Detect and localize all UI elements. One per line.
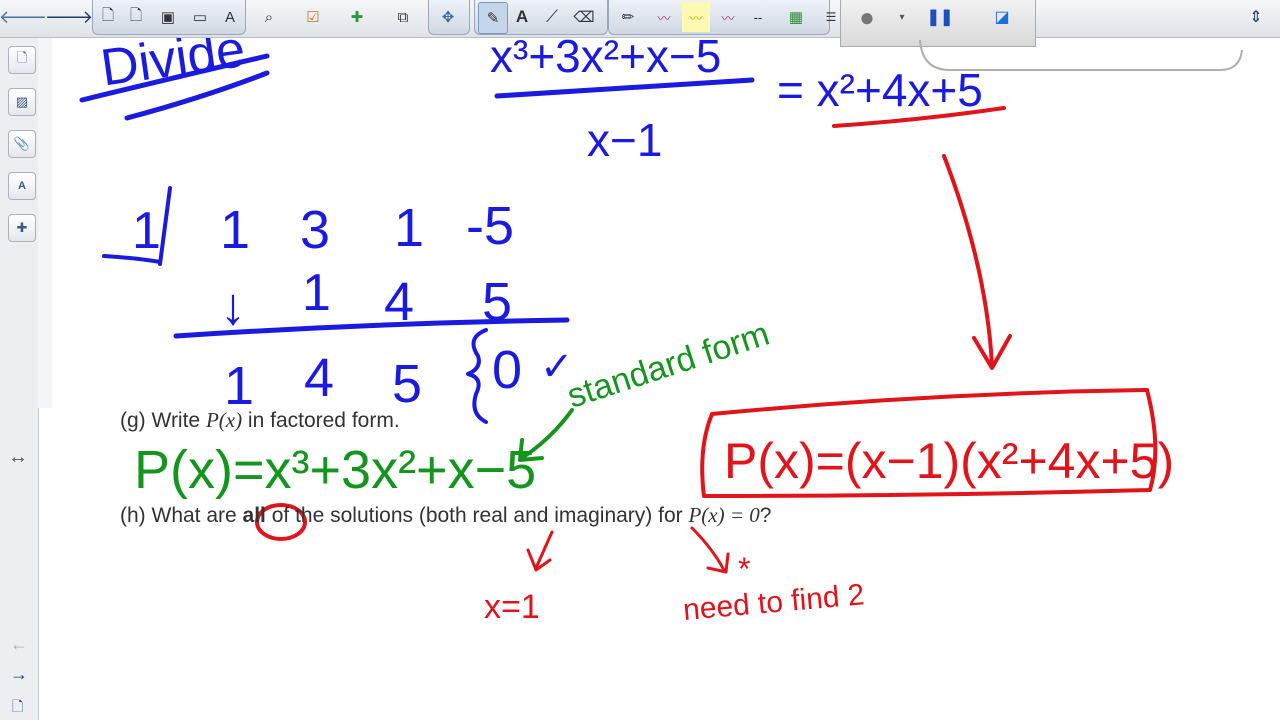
left-small-arrow bbox=[526, 530, 554, 572]
pen-style-magenta-icon[interactable]: 〰 bbox=[650, 2, 678, 32]
p-factored-ink: P(x)=(x−1)(x²+4x+5) bbox=[724, 433, 1174, 489]
attachments-icon[interactable]: 📎 bbox=[8, 130, 36, 158]
question-g-suffix: in factored form. bbox=[242, 409, 400, 432]
question-h-suffix: of the solutions (both real and imaginar… bbox=[265, 504, 689, 527]
pen-style-black-icon[interactable]: ‐‐ bbox=[746, 2, 770, 32]
pen-tray-icon[interactable]: ☑ bbox=[300, 2, 326, 32]
remainder-brace bbox=[466, 328, 488, 424]
right-small-arrow bbox=[690, 526, 730, 574]
record-dropdown-icon[interactable]: ▾ bbox=[896, 2, 908, 32]
divisor-ink: 1 bbox=[132, 202, 161, 260]
back-arrow-icon[interactable]: 🡐 bbox=[0, 2, 47, 32]
properties-icon[interactable]: A bbox=[8, 172, 36, 200]
fraction-numerator-ink: x³+3x²+x−5 bbox=[490, 38, 721, 82]
pen-style-yellow-icon[interactable]: 〰 bbox=[682, 2, 710, 32]
row3-remainder: 0 bbox=[492, 340, 522, 400]
question-h-end: ? bbox=[759, 504, 772, 527]
eraser-icon[interactable]: ⌫ bbox=[572, 2, 596, 32]
row3-c: 5 bbox=[392, 354, 422, 414]
addons-icon[interactable]: ✚ bbox=[8, 214, 36, 242]
row2-a: ↓ bbox=[220, 278, 246, 336]
question-h: (h) What are all of the solutions (both … bbox=[120, 503, 771, 528]
table-icon[interactable]: ▦ bbox=[784, 2, 808, 32]
text-tool-icon[interactable]: A bbox=[510, 2, 534, 32]
more-tools-icon[interactable]: ☰ bbox=[824, 2, 838, 32]
gallery-tab-icon[interactable]: ▨ bbox=[8, 88, 36, 116]
need-to-find-note: need to find 2 bbox=[682, 578, 866, 627]
row1-a: 1 bbox=[220, 200, 250, 260]
magnifier-icon[interactable]: ⌕ bbox=[256, 2, 282, 32]
resize-handle-icon[interactable]: ↔ bbox=[8, 446, 28, 469]
question-g: (g) Write P(x) in factored form. bbox=[120, 408, 400, 433]
arrow-shaft bbox=[942, 154, 994, 368]
row3-b: 4 bbox=[304, 348, 334, 408]
question-g-prefix: (g) Write bbox=[120, 409, 206, 432]
prev-page-icon[interactable]: ← bbox=[10, 634, 28, 655]
pen-style-pink-icon[interactable]: 〰 bbox=[714, 2, 742, 32]
panel-edge bbox=[919, 39, 1243, 71]
row1-b: 3 bbox=[300, 200, 330, 260]
next-page-icon[interactable]: → bbox=[10, 664, 28, 685]
save-icon[interactable]: ▣ bbox=[156, 2, 180, 32]
highlighter-icon[interactable]: ✏ bbox=[614, 2, 642, 32]
fraction-denominator-ink: x−1 bbox=[587, 114, 662, 166]
question-h-math: P(x) = 0 bbox=[688, 503, 760, 527]
x-equals-ink: x=1 bbox=[484, 588, 540, 626]
pens-icon[interactable]: ✎ bbox=[478, 2, 508, 34]
row2-b: 1 bbox=[302, 264, 331, 322]
ink-layer: Divide x³+3x²+x−5 x−1 = x²+4x+5 1 1 3 1 … bbox=[79, 38, 1174, 627]
forward-arrow-icon[interactable]: 🡒 bbox=[45, 2, 93, 32]
gallery-icon[interactable]: ✚ bbox=[344, 2, 370, 32]
new-page-icon[interactable]: 🗋 bbox=[96, 2, 120, 32]
sidebar: 🗋 ▨ 📎 A ✚ ↔ ← → 🗋 bbox=[0, 38, 39, 720]
whiteboard-canvas[interactable]: Divide x³+3x²+x−5 x−1 = x²+4x+5 1 1 3 1 … bbox=[52, 38, 1280, 720]
page-sorter-icon[interactable]: 🗋 bbox=[8, 46, 36, 74]
screen-shade-icon[interactable]: ▭ bbox=[188, 2, 212, 32]
row1-d: -5 bbox=[466, 196, 514, 256]
standard-form-note: standard form bbox=[563, 315, 774, 416]
row3-a: 1 bbox=[224, 356, 254, 416]
row1-c: 1 bbox=[394, 198, 424, 258]
page-icon[interactable]: 🗋 bbox=[12, 696, 23, 720]
fraction-bar bbox=[494, 77, 755, 99]
capture-icon[interactable]: ⧉ bbox=[390, 2, 416, 32]
question-h-prefix: (h) What are bbox=[120, 504, 243, 527]
question-h-all: all bbox=[242, 504, 266, 527]
star-ink: * bbox=[738, 551, 750, 587]
delete-page-icon[interactable]: 🗋 bbox=[124, 2, 148, 32]
line-icon[interactable]: ⟋ bbox=[540, 2, 564, 32]
p-standard-ink: P(x)=x³+3x²+x−5 bbox=[134, 440, 536, 500]
text-icon[interactable]: A bbox=[218, 2, 242, 32]
select-icon[interactable]: ✥ bbox=[436, 2, 460, 32]
question-g-math: P(x) bbox=[205, 408, 243, 432]
sidebar-edge bbox=[38, 38, 52, 408]
record-icon[interactable]: ● bbox=[850, 2, 884, 32]
